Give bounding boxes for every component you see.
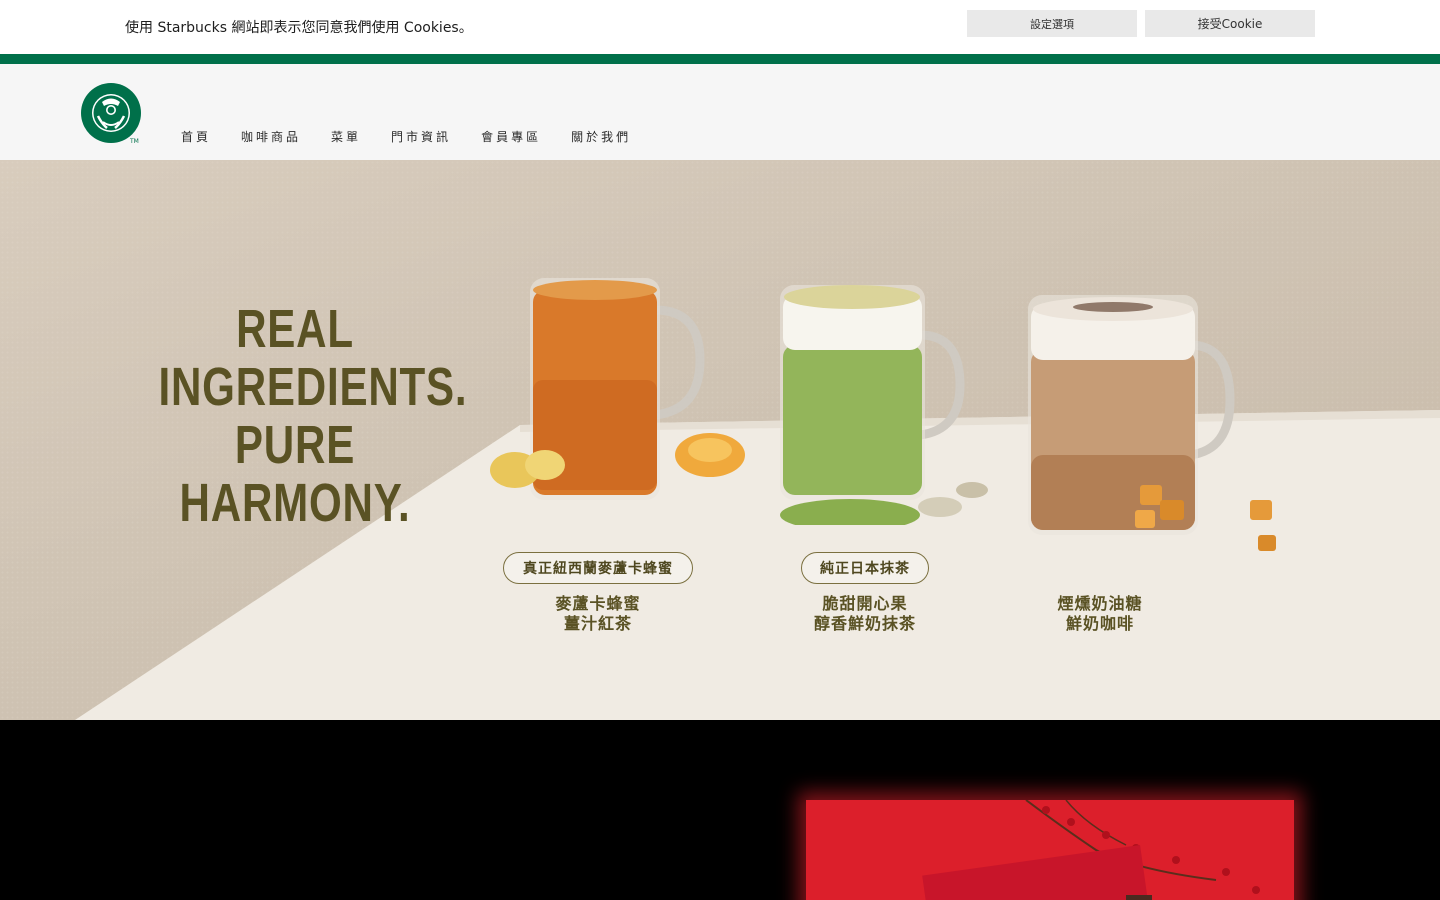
- headline-line-4: HARMONY.: [179, 473, 411, 533]
- drink-3-name-line1: 煙燻奶油糖: [1057, 594, 1143, 613]
- main-nav: 首頁 咖啡商品 菜單 門市資訊 會員專區 關於我們: [181, 128, 661, 145]
- svg-text:TM: TM: [129, 138, 139, 144]
- drink-1-name-line2: 薑汁紅茶: [563, 614, 632, 633]
- nav-item-rewards[interactable]: 會員專區: [481, 128, 541, 145]
- brand-stripe: [0, 54, 1440, 64]
- nav-item-stores[interactable]: 門市資訊: [391, 128, 451, 145]
- pistachio-matcha-latte-image: [780, 285, 988, 525]
- drink-1-name: 麥蘆卡蜂蜜 薑汁紅茶: [498, 594, 698, 634]
- drink-3-name: 煙燻奶油糖 鮮奶咖啡: [1000, 594, 1200, 634]
- honey-ginger-tea-image: [490, 278, 745, 500]
- headline-line-2: INGREDIENTS.: [158, 357, 468, 417]
- drink-2-name-line1: 脆甜開心果: [822, 594, 908, 613]
- drink-1-badge: 真正紐西蘭麥蘆卡蜂蜜: [503, 552, 693, 584]
- new-year-promo-image[interactable]: [806, 800, 1294, 900]
- drink-2-name-line2: 醇香鮮奶抹茶: [813, 614, 916, 633]
- cookie-message: 使用 Starbucks 網站即表示您同意我們使用 Cookies。: [125, 20, 473, 36]
- cookie-settings-button[interactable]: 設定選項: [967, 10, 1137, 37]
- accept-cookies-button[interactable]: 接受Cookie: [1145, 10, 1315, 37]
- drink-3-name-line2: 鮮奶咖啡: [1065, 614, 1134, 633]
- drink-2-badge: 純正日本抹茶: [801, 552, 929, 584]
- drink-1-name-line1: 麥蘆卡蜂蜜: [555, 594, 641, 613]
- headline-line-3: PURE: [234, 415, 356, 475]
- drink-2-name: 脆甜開心果 醇香鮮奶抹茶: [765, 594, 965, 634]
- headline-line-1: REAL: [236, 299, 354, 359]
- nav-item-coffee[interactable]: 咖啡商品: [241, 128, 301, 145]
- hero-banner[interactable]: REAL INGREDIENTS. PURE HARMONY. 真正紐西蘭麥蘆卡…: [0, 160, 1440, 720]
- nav-item-home[interactable]: 首頁: [181, 128, 211, 145]
- hero-headline: REAL INGREDIENTS. PURE HARMONY.: [158, 299, 468, 533]
- site-header: TM 首頁 咖啡商品 菜單 門市資訊 會員專區 關於我們: [0, 64, 1440, 160]
- smoked-butterscotch-latte-image: [1028, 295, 1276, 551]
- nav-item-menu[interactable]: 菜單: [331, 128, 361, 145]
- cookie-banner: 使用 Starbucks 網站即表示您同意我們使用 Cookies。 設定選項 …: [0, 0, 1440, 54]
- nav-item-about[interactable]: 關於我們: [571, 128, 631, 145]
- red-envelope-illustration: [806, 800, 1294, 900]
- starbucks-logo[interactable]: TM: [80, 82, 142, 145]
- promo-section: [0, 720, 1440, 900]
